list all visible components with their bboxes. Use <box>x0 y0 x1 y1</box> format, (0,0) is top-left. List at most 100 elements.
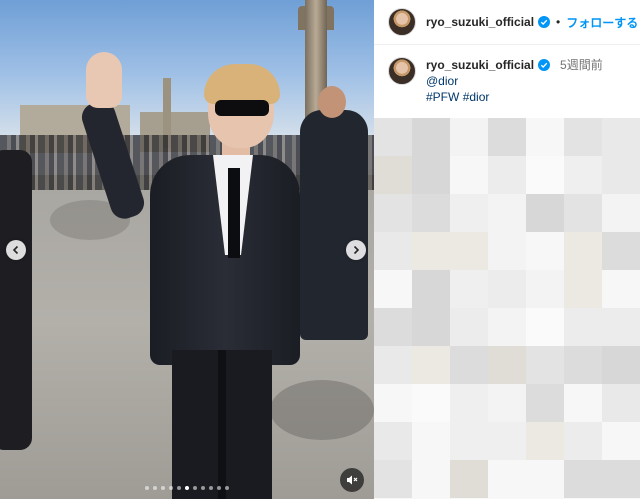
carousel-dot <box>225 486 229 490</box>
verified-badge-icon <box>538 59 551 71</box>
carousel-indicator <box>0 486 374 490</box>
header-separator: • <box>556 15 561 29</box>
photo-man-hand <box>86 52 122 108</box>
mosaic-tile <box>526 384 564 422</box>
mosaic-tile <box>450 270 488 308</box>
mosaic-tile <box>602 460 640 498</box>
mosaic-tile <box>412 346 450 384</box>
mosaic-tile <box>488 270 526 308</box>
caption-meta: ryo_suzuki_official 5週間前 <box>426 57 603 73</box>
mosaic-tile <box>526 460 564 498</box>
chevron-right-icon <box>353 245 360 255</box>
mosaic-tile <box>450 384 488 422</box>
photo-man-sunglasses <box>215 100 269 116</box>
photo-man-legs <box>172 350 272 499</box>
photo-man-hair <box>204 64 280 104</box>
photo-guard <box>300 110 368 340</box>
carousel-dot <box>209 486 213 490</box>
mosaic-tile <box>450 460 488 498</box>
mosaic-tile <box>488 460 526 498</box>
mosaic-tile <box>602 346 640 384</box>
mosaic-tile <box>564 118 602 156</box>
hashtag-link[interactable]: #PFW <box>426 90 459 104</box>
pixelated-comments-area <box>374 118 640 499</box>
mosaic-tile <box>374 422 412 460</box>
mosaic-tile <box>526 422 564 460</box>
mosaic-tile <box>526 156 564 194</box>
hashtags: #PFW #dior <box>426 89 603 105</box>
mosaic-tile <box>602 384 640 422</box>
mosaic-tile <box>564 270 602 308</box>
mosaic-tile <box>564 194 602 232</box>
carousel-dot <box>177 486 181 490</box>
mosaic-tile <box>488 422 526 460</box>
hashtag-link[interactable]: #dior <box>463 90 490 104</box>
mosaic-tile <box>488 194 526 232</box>
mosaic-tile <box>564 460 602 498</box>
mosaic-tile <box>488 156 526 194</box>
caption: ryo_suzuki_official 5週間前 @dior #PFW #dio… <box>388 57 628 105</box>
mosaic-tile <box>412 194 450 232</box>
mosaic-tile <box>488 232 526 270</box>
mosaic-tile <box>564 308 602 346</box>
mosaic-tile <box>412 460 450 498</box>
carousel-prev-button[interactable] <box>6 240 26 260</box>
header-username-link[interactable]: ryo_suzuki_official <box>426 15 534 29</box>
mosaic-tile <box>374 460 412 498</box>
mosaic-tile <box>374 118 412 156</box>
mosaic-tile <box>526 346 564 384</box>
mosaic-tile <box>412 156 450 194</box>
avatar[interactable] <box>388 57 416 85</box>
mosaic-tile <box>450 422 488 460</box>
mosaic-tile <box>488 384 526 422</box>
mosaic-tile <box>374 346 412 384</box>
carousel-next-button[interactable] <box>346 240 366 260</box>
mosaic-tile <box>488 346 526 384</box>
mosaic-tile <box>412 308 450 346</box>
mosaic-tile <box>374 308 412 346</box>
speaker-muted-icon <box>347 475 358 485</box>
photo-guard-head <box>318 86 346 118</box>
mention-link[interactable]: @dior <box>426 73 603 89</box>
mosaic-tile <box>564 156 602 194</box>
mosaic-tile <box>412 270 450 308</box>
mosaic-tile <box>526 118 564 156</box>
mosaic-tile <box>450 118 488 156</box>
mosaic-tile <box>450 156 488 194</box>
mosaic-tile <box>564 422 602 460</box>
mosaic-tile <box>526 194 564 232</box>
carousel-dot <box>145 486 149 490</box>
mosaic-tile <box>374 156 412 194</box>
mosaic-tile <box>488 118 526 156</box>
mosaic-tile <box>374 270 412 308</box>
avatar[interactable] <box>388 8 416 36</box>
chevron-left-icon <box>12 245 19 255</box>
post-sidebar: ryo_suzuki_official • フォローする ryo_suzuki_… <box>374 0 640 499</box>
carousel-dot <box>153 486 157 490</box>
mosaic-tile <box>602 156 640 194</box>
mosaic-tile <box>526 270 564 308</box>
mosaic-tile <box>602 118 640 156</box>
mute-button[interactable] <box>340 468 364 492</box>
mosaic-tile <box>412 384 450 422</box>
carousel-dot <box>201 486 205 490</box>
carousel-dot <box>217 486 221 490</box>
mosaic-tile <box>450 194 488 232</box>
carousel-dot <box>169 486 173 490</box>
mosaic-tile <box>526 232 564 270</box>
mosaic-tile <box>488 308 526 346</box>
follow-button[interactable]: フォローする <box>566 14 638 31</box>
caption-username-link[interactable]: ryo_suzuki_official <box>426 57 534 73</box>
carousel-dot <box>185 486 189 490</box>
photo-shadow <box>270 380 374 440</box>
caption-body: ryo_suzuki_official 5週間前 @dior #PFW #dio… <box>426 57 603 105</box>
mosaic-tile <box>450 308 488 346</box>
mosaic-tile <box>412 422 450 460</box>
verified-badge-icon <box>538 16 551 28</box>
post-timestamp[interactable]: 5週間前 <box>560 57 603 73</box>
mosaic-tile <box>374 232 412 270</box>
carousel-dot <box>193 486 197 490</box>
post-media[interactable] <box>0 0 374 499</box>
photo-bystander <box>0 150 32 450</box>
mosaic-tile <box>602 308 640 346</box>
